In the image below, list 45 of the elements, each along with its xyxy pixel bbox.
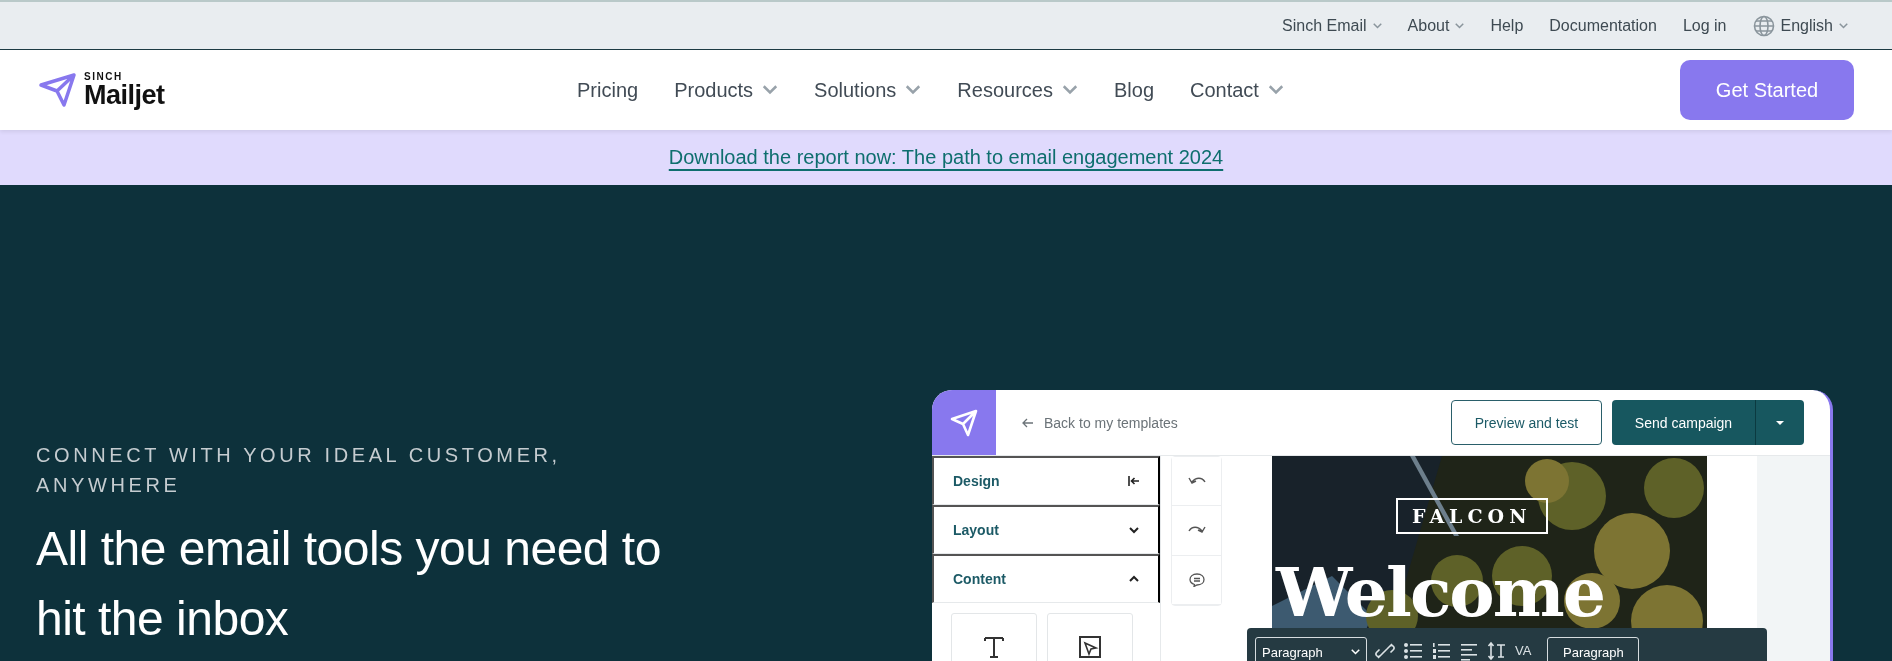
collapse-icon [1128, 475, 1140, 487]
report-link[interactable]: Download the report now: The path to email engagement 2024 [668, 146, 1224, 169]
email-brand-logo: FALCON [1396, 498, 1548, 534]
format-select[interactable]: Paragraph [1255, 637, 1367, 661]
paragraph-style-button[interactable]: Paragraph [1547, 637, 1640, 661]
image-icon [1078, 634, 1102, 658]
back-link[interactable]: Back to my templates [1022, 414, 1178, 431]
globe-icon [1752, 14, 1775, 37]
utility-link[interactable]: Documentation [1549, 16, 1657, 35]
nav-item[interactable]: Resources [957, 78, 1078, 102]
caret-down-icon [1775, 419, 1785, 426]
sidebar-panel[interactable]: Content [932, 554, 1160, 603]
nav-item[interactable]: Solutions [814, 78, 922, 102]
arrow-left-icon [1022, 417, 1034, 428]
text-block-tile[interactable] [951, 613, 1037, 661]
unlink-icon[interactable] [1375, 641, 1395, 661]
hero-eyebrow: CONNECT WITH YOUR IDEAL CUSTOMER, ANYWHERE [36, 443, 562, 498]
nav-item[interactable]: Contact [1190, 78, 1284, 102]
image-block-tile[interactable] [1047, 613, 1133, 661]
sidebar-panel[interactable]: Layout [932, 505, 1160, 554]
nav-item[interactable]: Pricing [577, 78, 639, 102]
nav-item[interactable]: Products [674, 78, 779, 102]
letter-spacing-button[interactable]: VA [1515, 642, 1532, 658]
utility-menu[interactable]: About [1407, 16, 1465, 35]
line-height-icon[interactable] [1487, 641, 1507, 661]
logo-tagline: SINCH [84, 71, 124, 82]
numbered-list-icon[interactable] [1431, 641, 1451, 661]
preview-button[interactable]: Preview and test [1451, 400, 1602, 445]
hero-headline: All the email tools you need to hit the inbox [36, 521, 662, 647]
get-started-button[interactable]: Get Started [1680, 60, 1854, 120]
chevron-down-icon [1351, 649, 1360, 655]
align-left-icon[interactable] [1459, 641, 1479, 661]
language-selector[interactable]: English [1752, 14, 1848, 37]
sidebar-panel[interactable]: Design [932, 456, 1160, 505]
email-title: Welcome [1276, 558, 1604, 626]
paper-plane-icon [38, 72, 78, 108]
utility-link[interactable]: Log in [1682, 16, 1727, 35]
comment-icon [1187, 572, 1206, 587]
logo-wordmark[interactable]: Mailjet [84, 81, 165, 109]
text-icon [982, 634, 1006, 658]
utility-link[interactable]: Help [1490, 16, 1524, 35]
chevron-down-icon [1128, 524, 1140, 536]
nav-item[interactable]: Blog [1113, 78, 1154, 102]
utility-menu[interactable]: Sinch Email [1282, 16, 1382, 35]
bullet-list-icon[interactable] [1403, 641, 1423, 661]
